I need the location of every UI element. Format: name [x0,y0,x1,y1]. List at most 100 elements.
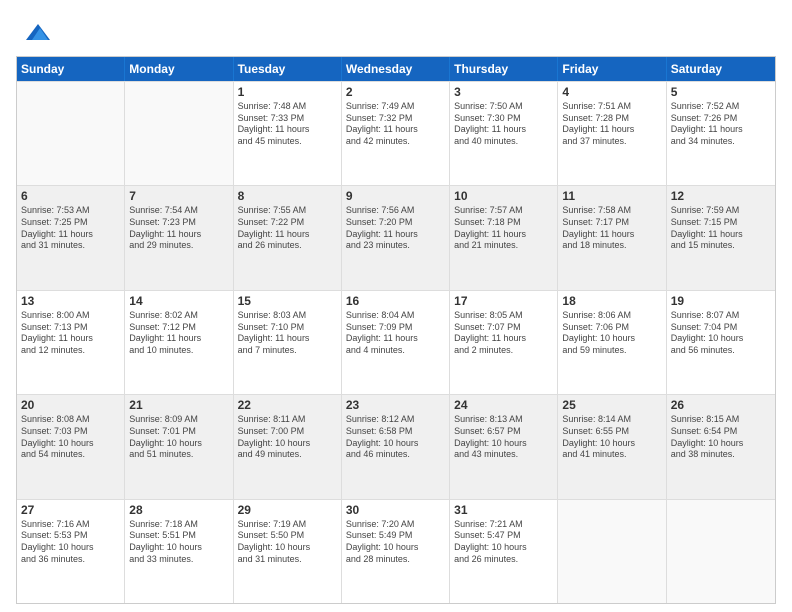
header-day-saturday: Saturday [667,57,775,81]
cell-line: and 7 minutes. [238,345,337,357]
cell-line: Daylight: 11 hours [21,333,120,345]
day-number: 3 [454,85,553,99]
cell-line: Sunset: 7:18 PM [454,217,553,229]
cell-line: Sunrise: 7:21 AM [454,519,553,531]
cell-line: and 31 minutes. [238,554,337,566]
cell-line: and 2 minutes. [454,345,553,357]
day-cell-12: 12Sunrise: 7:59 AMSunset: 7:15 PMDayligh… [667,186,775,289]
calendar-header: SundayMondayTuesdayWednesdayThursdayFrid… [17,57,775,81]
cell-line: Daylight: 11 hours [562,229,661,241]
cell-line: Sunset: 6:58 PM [346,426,445,438]
cell-line: Sunrise: 8:04 AM [346,310,445,322]
cell-line: Sunset: 6:54 PM [671,426,771,438]
day-number: 17 [454,294,553,308]
cell-line: Daylight: 11 hours [454,124,553,136]
cell-line: Sunset: 7:04 PM [671,322,771,334]
day-cell-29: 29Sunrise: 7:19 AMSunset: 5:50 PMDayligh… [234,500,342,603]
cell-line: Sunset: 7:12 PM [129,322,228,334]
cell-line: and 18 minutes. [562,240,661,252]
cell-line: Sunset: 5:47 PM [454,530,553,542]
calendar: SundayMondayTuesdayWednesdayThursdayFrid… [16,56,776,604]
day-cell-21: 21Sunrise: 8:09 AMSunset: 7:01 PMDayligh… [125,395,233,498]
cell-line: Sunrise: 7:16 AM [21,519,120,531]
day-number: 5 [671,85,771,99]
day-number: 26 [671,398,771,412]
logo [16,16,50,48]
cell-line: Daylight: 10 hours [562,333,661,345]
cell-line: Sunset: 7:03 PM [21,426,120,438]
header-day-tuesday: Tuesday [234,57,342,81]
cell-line: Sunrise: 7:56 AM [346,205,445,217]
day-number: 8 [238,189,337,203]
cell-line: Daylight: 10 hours [21,542,120,554]
empty-cell-4-5 [558,500,666,603]
cell-line: Sunset: 7:09 PM [346,322,445,334]
cell-line: Sunrise: 8:02 AM [129,310,228,322]
cell-line: Sunset: 7:10 PM [238,322,337,334]
day-cell-10: 10Sunrise: 7:57 AMSunset: 7:18 PMDayligh… [450,186,558,289]
cell-line: Daylight: 11 hours [454,333,553,345]
cell-line: and 26 minutes. [454,554,553,566]
day-cell-28: 28Sunrise: 7:18 AMSunset: 5:51 PMDayligh… [125,500,233,603]
cell-line: and 34 minutes. [671,136,771,148]
day-number: 29 [238,503,337,517]
cell-line: Sunset: 7:06 PM [562,322,661,334]
cell-line: and 21 minutes. [454,240,553,252]
cell-line: Sunrise: 8:13 AM [454,414,553,426]
cell-line: and 51 minutes. [129,449,228,461]
calendar-row-3: 20Sunrise: 8:08 AMSunset: 7:03 PMDayligh… [17,394,775,498]
cell-line: Daylight: 11 hours [671,124,771,136]
cell-line: Sunrise: 8:12 AM [346,414,445,426]
cell-line: Daylight: 10 hours [129,438,228,450]
cell-line: Daylight: 10 hours [238,438,337,450]
day-number: 10 [454,189,553,203]
cell-line: and 40 minutes. [454,136,553,148]
day-cell-26: 26Sunrise: 8:15 AMSunset: 6:54 PMDayligh… [667,395,775,498]
cell-line: Sunset: 5:50 PM [238,530,337,542]
cell-line: Sunrise: 8:14 AM [562,414,661,426]
cell-line: Sunrise: 7:59 AM [671,205,771,217]
cell-line: Sunrise: 7:48 AM [238,101,337,113]
day-number: 14 [129,294,228,308]
day-cell-16: 16Sunrise: 8:04 AMSunset: 7:09 PMDayligh… [342,291,450,394]
day-cell-13: 13Sunrise: 8:00 AMSunset: 7:13 PMDayligh… [17,291,125,394]
cell-line: and 59 minutes. [562,345,661,357]
cell-line: Sunset: 5:49 PM [346,530,445,542]
header-day-friday: Friday [558,57,666,81]
logo-icon [18,16,50,48]
day-number: 11 [562,189,661,203]
cell-line: and 46 minutes. [346,449,445,461]
cell-line: Sunrise: 7:50 AM [454,101,553,113]
header [16,16,776,48]
cell-line: and 42 minutes. [346,136,445,148]
cell-line: Daylight: 10 hours [454,438,553,450]
cell-line: Daylight: 11 hours [238,333,337,345]
cell-line: and 15 minutes. [671,240,771,252]
cell-line: Sunset: 7:23 PM [129,217,228,229]
day-cell-3: 3Sunrise: 7:50 AMSunset: 7:30 PMDaylight… [450,82,558,185]
cell-line: and 33 minutes. [129,554,228,566]
cell-line: Sunset: 6:55 PM [562,426,661,438]
header-day-wednesday: Wednesday [342,57,450,81]
calendar-row-2: 13Sunrise: 8:00 AMSunset: 7:13 PMDayligh… [17,290,775,394]
cell-line: and 37 minutes. [562,136,661,148]
cell-line: Daylight: 11 hours [346,229,445,241]
day-cell-8: 8Sunrise: 7:55 AMSunset: 7:22 PMDaylight… [234,186,342,289]
day-number: 12 [671,189,771,203]
day-cell-5: 5Sunrise: 7:52 AMSunset: 7:26 PMDaylight… [667,82,775,185]
day-cell-11: 11Sunrise: 7:58 AMSunset: 7:17 PMDayligh… [558,186,666,289]
cell-line: Sunrise: 8:00 AM [21,310,120,322]
header-day-thursday: Thursday [450,57,558,81]
day-cell-24: 24Sunrise: 8:13 AMSunset: 6:57 PMDayligh… [450,395,558,498]
cell-line: Daylight: 11 hours [346,124,445,136]
cell-line: Daylight: 10 hours [21,438,120,450]
cell-line: Sunrise: 7:52 AM [671,101,771,113]
cell-line: Daylight: 10 hours [671,333,771,345]
cell-line: and 10 minutes. [129,345,228,357]
cell-line: Sunrise: 7:51 AM [562,101,661,113]
day-number: 2 [346,85,445,99]
day-number: 27 [21,503,120,517]
day-cell-7: 7Sunrise: 7:54 AMSunset: 7:23 PMDaylight… [125,186,233,289]
cell-line: Sunset: 5:53 PM [21,530,120,542]
cell-line: and 36 minutes. [21,554,120,566]
